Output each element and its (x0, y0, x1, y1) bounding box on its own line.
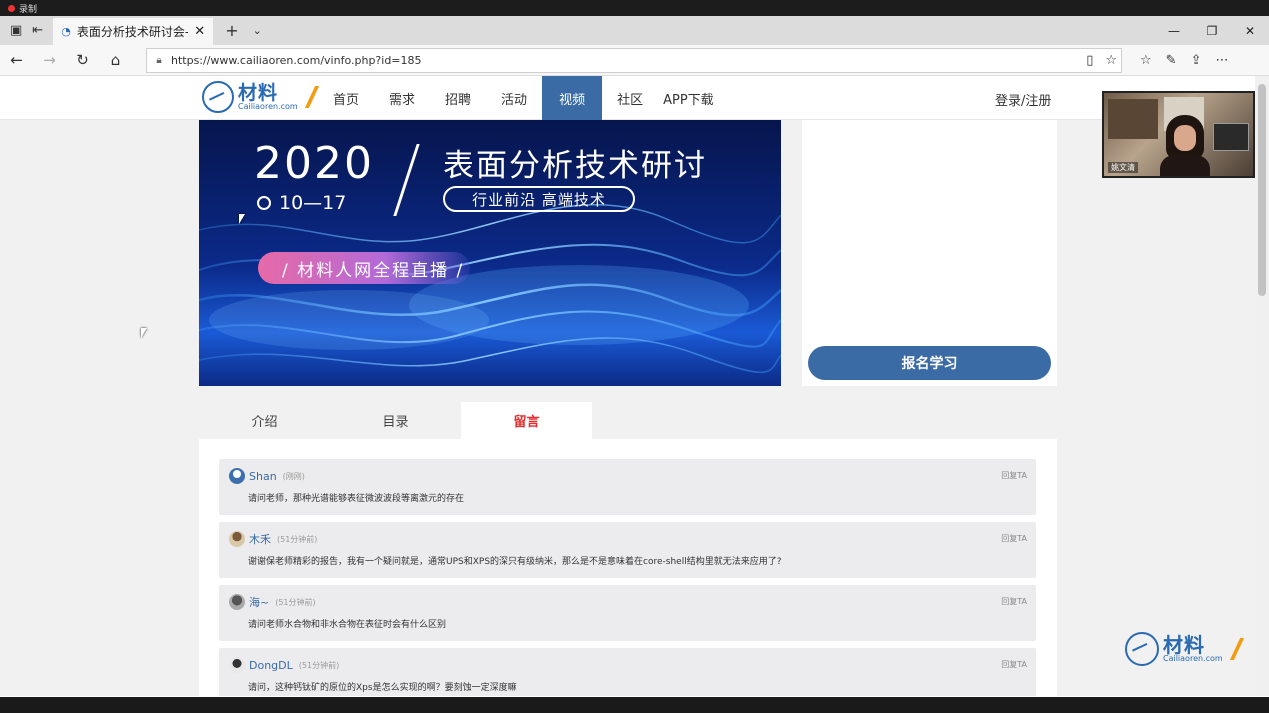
comment-time: (51分钟前) (298, 660, 340, 670)
comment-item: Shan (刚刚) 回复TA 请问老师，那种光谱能够表征微波波段等离激元的存在 (219, 459, 1036, 515)
comment-time: (刚刚) (282, 471, 305, 481)
comment-item: 海~ (51分钟前) 回复TA 请问老师水合物和非水合物在表征时会有什么区别 (219, 585, 1036, 641)
comment-list: Shan (刚刚) 回复TA 请问老师，那种光谱能够表征微波波段等离激元的存在 … (199, 439, 1057, 696)
avatar (229, 594, 245, 610)
nav-video[interactable]: 视频 (542, 76, 603, 120)
reply-link[interactable]: 回复TA (1001, 533, 1027, 544)
reply-link[interactable]: 回复TA (1001, 470, 1027, 481)
forward-icon[interactable]: → (33, 45, 66, 76)
content-tabs: 介绍 目录 留言 (199, 402, 1057, 439)
url-text: https://www.cailiaoren.com/vinfo.php?id=… (171, 53, 422, 67)
home-icon[interactable]: ⌂ (99, 45, 132, 76)
site-logo[interactable]: 材料 Cailiaoren.com (202, 81, 319, 113)
tab-comments[interactable]: 留言 (461, 402, 592, 439)
favorite-star-icon[interactable]: ☆ (1105, 53, 1117, 68)
enroll-button[interactable]: 报名学习 (808, 346, 1051, 380)
close-window-icon[interactable]: ✕ (1231, 16, 1269, 45)
share-icon[interactable]: ⇪ (1191, 53, 1202, 68)
comment-item: DongDL (51分钟前) 回复TA 请问，这种钙钛矿的原位的Xps是怎么实现… (219, 648, 1036, 696)
speaker-name: 姚文清 (1108, 162, 1138, 173)
enroll-panel: 报名学习 (802, 120, 1057, 386)
nav-community[interactable]: 社区 (602, 76, 658, 120)
tab-title: 表面分析技术研讨会-视 (76, 25, 188, 39)
reply-link[interactable]: 回复TA (1001, 659, 1027, 670)
comment-item: 木禾 (51分钟前) 回复TA 谢谢保老师精彩的报告，我有一个疑问就是，通常UP… (219, 522, 1036, 578)
event-banner: 2020 10—17 表面分析技术研讨 行业前沿 高端技术 / 材料人网全程直播… (199, 120, 781, 386)
page-scrollbar[interactable] (1255, 76, 1269, 696)
tab-intro[interactable]: 介绍 (199, 402, 330, 439)
favorites-icon[interactable]: ☆ (1140, 53, 1152, 68)
reading-view-icon[interactable]: ▯ (1086, 53, 1093, 68)
site-header: 材料 Cailiaoren.com 首页 需求 招聘 活动 视频 社区 APP下… (0, 76, 1255, 120)
comment-body: 谢谢保老师精彩的报告，我有一个疑问就是，通常UPS和XPS的深只有级纳米，那么是… (248, 557, 782, 567)
webcam-speaker (1160, 115, 1210, 176)
address-bar[interactable]: 🔒︎ https://www.cailiaoren.com/vinfo.php?… (146, 47, 1122, 73)
comment-author[interactable]: DongDL (249, 659, 293, 672)
tab-manager-icon[interactable]: ▣ (10, 23, 22, 38)
avatar (229, 531, 245, 547)
close-tab-icon[interactable]: ✕ (194, 24, 205, 39)
record-dot-icon (8, 4, 15, 12)
recording-indicator: 录制 (0, 0, 1269, 16)
banner-tagline: 行业前沿 高端技术 (443, 186, 635, 212)
comment-body: 请问，这种钙钛矿的原位的Xps是怎么实现的啊？要刻蚀一定深度嘛 (248, 683, 517, 693)
avatar (229, 657, 245, 673)
comment-author[interactable]: 木禾 (249, 531, 271, 547)
logo-en: Cailiaoren.com (238, 101, 298, 111)
tab-aside-icon[interactable]: ⇤ (32, 23, 43, 38)
nav-jobs[interactable]: 招聘 (430, 76, 486, 120)
mouse-cursor-icon (141, 328, 147, 338)
comment-author[interactable]: 海~ (249, 594, 269, 610)
page-viewport: 材料 Cailiaoren.com 首页 需求 招聘 活动 视频 社区 APP下… (0, 76, 1269, 696)
webcam-shelf (1108, 99, 1158, 139)
banner-live-label: / 材料人网全程直播 / (258, 252, 470, 284)
recording-label: 录制 (19, 4, 38, 15)
notes-pen-icon[interactable]: ✎ (1166, 53, 1177, 68)
logo-cn: 材料 (238, 81, 279, 104)
refresh-icon[interactable]: ↻ (66, 45, 99, 76)
watermark-logo: 材料 Cailiaoren.com (1125, 632, 1244, 666)
minimize-icon[interactable]: — (1155, 16, 1193, 45)
scrollbar-thumb[interactable] (1258, 84, 1266, 296)
login-register-link[interactable]: 登录/注册 (995, 90, 1051, 109)
tab-bar: ▣ ⇤ ◔ 表面分析技术研讨会-视 ✕ + ⌄ — ❐ ✕ (0, 16, 1269, 45)
tab-list-chevron-icon[interactable]: ⌄ (253, 24, 262, 37)
nav-events[interactable]: 活动 (486, 76, 542, 120)
favicon-icon: ◔ (61, 25, 71, 38)
comment-body: 请问老师，那种光谱能够表征微波波段等离激元的存在 (248, 494, 465, 504)
reply-link[interactable]: 回复TA (1001, 596, 1027, 607)
address-bar-row: ← → ↻ ⌂ 🔒︎ https://www.cailiaoren.com/vi… (0, 45, 1269, 76)
taskbar (0, 697, 1269, 713)
browser-tab[interactable]: ◔ 表面分析技术研讨会-视 ✕ (53, 18, 214, 45)
browser-window: ▣ ⇤ ◔ 表面分析技术研讨会-视 ✕ + ⌄ — ❐ ✕ ← → ↻ ⌂ 🔒︎… (0, 16, 1269, 697)
tab-catalog[interactable]: 目录 (330, 402, 461, 439)
comment-author[interactable]: Shan (249, 470, 277, 483)
logo-mark-icon (202, 81, 234, 113)
comment-body: 请问老师水合物和非水合物在表征时会有什么区别 (248, 620, 447, 630)
banner-date: 10—17 (257, 192, 346, 214)
avatar (229, 468, 245, 484)
webcam-monitor (1213, 123, 1249, 151)
webcam-overlay: 姚文清 (1102, 91, 1255, 178)
lock-icon: 🔒︎ (156, 54, 162, 66)
back-icon[interactable]: ← (0, 45, 33, 76)
watermark-cn: 材料 (1163, 633, 1205, 657)
banner-title: 表面分析技术研讨 (443, 148, 707, 184)
new-tab-icon[interactable]: + (225, 21, 238, 40)
clock-icon (257, 196, 271, 210)
watermark-en: Cailiaoren.com (1163, 654, 1223, 663)
banner-date-text: 10—17 (279, 192, 347, 214)
restore-icon[interactable]: ❐ (1193, 16, 1231, 45)
more-icon[interactable]: ⋯ (1215, 53, 1228, 68)
nav-demand[interactable]: 需求 (374, 76, 430, 120)
nav-home[interactable]: 首页 (318, 76, 374, 120)
comment-time: (51分钟前) (277, 534, 318, 544)
main-nav: 首页 需求 招聘 活动 视频 社区 APP下载 (318, 76, 729, 120)
logo-slash-icon (294, 86, 319, 108)
watermark-mark-icon (1125, 632, 1159, 666)
nav-app-download[interactable]: APP下载 (658, 76, 729, 120)
mouse-cursor-icon (239, 214, 245, 224)
comment-time: (51分钟前) (275, 597, 316, 607)
banner-year: 2020 (254, 138, 374, 189)
